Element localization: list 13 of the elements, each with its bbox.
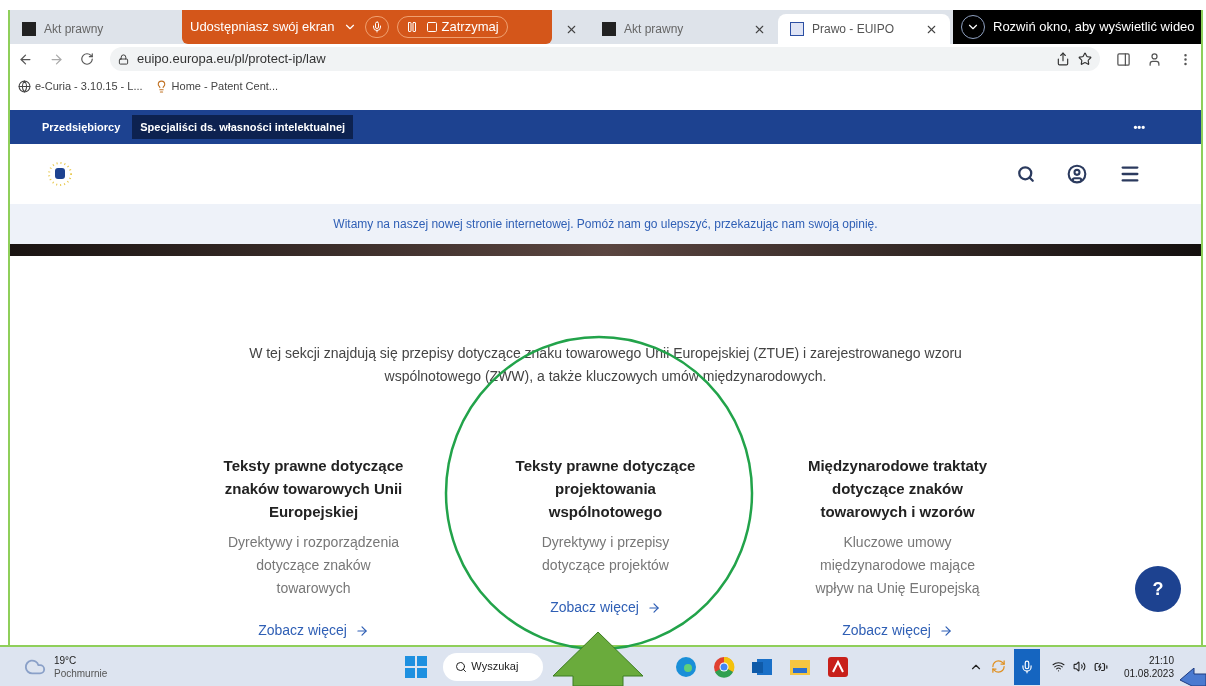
- temperature: 19°C: [54, 653, 78, 667]
- card-description: Kluczowe umowy międzynarodowe mające wpływ na Unię Europejską: [814, 533, 981, 598]
- tab-title: Akt prawny: [44, 21, 104, 38]
- tab-title: Prawo - EUIPO: [812, 21, 895, 38]
- card-title: Międzynarodowe traktaty dotyczące znaków towarowych i wzorów: [806, 456, 989, 522]
- video-popup-text: Rozwiń okno, aby wyświetlić wideo: [993, 18, 1195, 37]
- tab-title: Akt prawny: [624, 21, 684, 38]
- card-title: Teksty prawne dotyczące projektowania wspólnotowego: [514, 456, 697, 522]
- card-description: Dyrektywy i przepisy dotyczące projektów: [540, 533, 671, 575]
- url-text: euipo.europa.eu/pl/protect-ip/law: [137, 50, 326, 69]
- weather-condition: Pochmurnie: [54, 666, 108, 680]
- card-description: Dyrektywy i rozporządzenia dotyczące znaków towarowych: [226, 533, 401, 598]
- card-title: Teksty prawne dotyczące znaków towarowych Unii Europejskiej: [222, 456, 405, 522]
